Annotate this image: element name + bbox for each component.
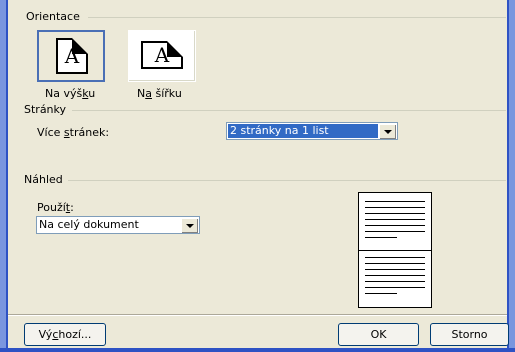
apply-to-label: Použít: (37, 201, 74, 214)
chevron-down-icon[interactable] (379, 124, 396, 139)
ok-button-label: OK (370, 328, 387, 341)
landscape-label[interactable]: Na šířku (137, 87, 182, 100)
portrait-orientation-button[interactable]: A (37, 30, 105, 82)
preview-line (365, 275, 425, 276)
preview-line (365, 213, 425, 214)
preview-line (365, 201, 425, 202)
preview-line (365, 219, 425, 220)
page-fold-corner (72, 38, 88, 54)
landscape-page-icon: A (141, 41, 183, 69)
portrait-label[interactable]: Na výšku (45, 87, 95, 100)
chevron-down-icon[interactable] (181, 218, 198, 233)
apply-to-selected-value: Na celý dokument (39, 218, 139, 231)
preview-line (365, 263, 425, 264)
portrait-page-icon: A (56, 38, 88, 74)
apply-to-label-text-end: : (70, 201, 74, 214)
preview-line (365, 287, 425, 288)
preview-line (365, 293, 397, 294)
cancel-button-label: Storno (451, 328, 488, 341)
default-button-text: Vý (38, 328, 53, 341)
landscape-label-text-end: šířku (151, 87, 182, 100)
preview-line (365, 207, 425, 208)
default-button[interactable]: Vý c hozí... (24, 323, 106, 346)
preview-line (365, 269, 425, 270)
multiple-pages-label-text-end: tránek: (69, 126, 110, 139)
portrait-label-text: Na výš (45, 87, 83, 100)
window-border-left (0, 0, 8, 352)
multiple-pages-selected-value: 2 stránky na 1 list (228, 124, 378, 138)
ok-button[interactable]: OK (338, 323, 419, 346)
preview-line (365, 257, 425, 258)
cancel-button[interactable]: Storno (430, 323, 509, 346)
preview-group-rule (68, 180, 506, 181)
orientation-group-rule (88, 17, 506, 18)
orientation-group-label: Orientace (24, 10, 82, 23)
preview-line (365, 281, 425, 282)
multiple-pages-label-text: Více (37, 126, 64, 139)
preview-line (365, 225, 425, 226)
pages-group-label: Stránky (22, 103, 69, 116)
multiple-pages-dropdown[interactable]: 2 stránky na 1 list (226, 122, 398, 140)
landscape-label-mnemonic: a (145, 87, 152, 100)
apply-to-label-text: Použí (37, 201, 66, 214)
preview-line (365, 231, 425, 232)
portrait-label-text-end: u (88, 87, 96, 100)
landscape-orientation-button[interactable]: A (128, 30, 196, 82)
landscape-label-text: N (137, 87, 146, 100)
page-fold-corner (167, 41, 183, 57)
preview-group-label: Náhled (22, 173, 65, 186)
window-border-bottom (0, 348, 515, 352)
pages-group-rule (72, 110, 506, 111)
preview-line (365, 237, 397, 238)
default-button-text-end: hozí... (58, 328, 92, 341)
button-bar-separator (8, 314, 507, 316)
window-border-right (507, 0, 515, 352)
preview-page-divider (359, 250, 431, 251)
apply-to-dropdown[interactable]: Na celý dokument (36, 216, 200, 234)
multiple-pages-label: Více stránek: (37, 126, 109, 139)
page-preview (358, 192, 432, 308)
